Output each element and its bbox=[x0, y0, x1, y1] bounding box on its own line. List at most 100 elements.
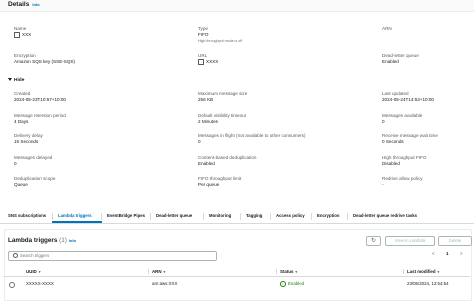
lambda-triggers-heading: Lambda triggers (1) Info bbox=[8, 237, 76, 244]
name-value: XXX bbox=[22, 32, 32, 38]
messages-delayed-label: Messages delayed bbox=[14, 155, 53, 160]
refresh-button[interactable]: ↻ bbox=[366, 236, 381, 246]
sort-icon: ▾ bbox=[437, 270, 440, 274]
tab-tagging[interactable]: Tagging bbox=[246, 213, 262, 218]
sort-icon: ▾ bbox=[163, 270, 166, 274]
refresh-icon: ↻ bbox=[370, 238, 377, 244]
row-last-modified: 23/05/2024, 12:54:54 bbox=[407, 281, 449, 286]
table-row[interactable]: XXXXX-XXXX arn:aws:XXX ✓ Enabled 23/05/20… bbox=[4, 279, 470, 289]
column-arn[interactable]: ARN ▾ bbox=[152, 269, 165, 274]
column-last-modified[interactable]: Last modified ▾ bbox=[407, 269, 439, 274]
last-updated-field: Last updated 2024-05-24T14:53+10:00 bbox=[382, 91, 434, 103]
retention-field: Message retention period 4 Days bbox=[14, 113, 66, 125]
type-field: Type FIFO High throughput mode is off bbox=[198, 26, 242, 44]
tab-dead-letter-queue[interactable]: Dead-letter queue bbox=[156, 213, 192, 218]
tab-encryption[interactable]: Encryption bbox=[317, 213, 339, 218]
column-divider bbox=[276, 269, 277, 274]
copy-icon[interactable] bbox=[198, 59, 204, 65]
tab-divider bbox=[240, 213, 241, 220]
search-icon bbox=[13, 253, 18, 259]
column-last-modified-label: Last modified bbox=[407, 269, 436, 274]
dedup-scope-field: Deduplication scope Queue bbox=[14, 176, 55, 188]
in-flight-value: 0 bbox=[198, 139, 201, 144]
tab-divider bbox=[101, 213, 102, 220]
details-header-bar bbox=[0, 0, 474, 12]
details-info-link[interactable]: Info bbox=[32, 2, 39, 7]
in-flight-label: Messages in flight (not available to oth… bbox=[198, 133, 306, 138]
delete-button[interactable]: Delete bbox=[438, 236, 472, 246]
column-status[interactable]: Status ▾ bbox=[280, 269, 297, 274]
triggers-table-header: UUID ▾ ARN ▾ Status ▾ Last modified ▾ bbox=[4, 267, 470, 277]
details-heading: Details Info bbox=[8, 0, 40, 10]
url-field: URL XXXX bbox=[198, 53, 218, 65]
pagination-prev[interactable]: < bbox=[432, 251, 435, 256]
delivery-delay-field: Delivery delay 15 Seconds bbox=[14, 133, 43, 145]
status-badge: ✓ Enabled bbox=[280, 281, 304, 287]
url-value: XXXX bbox=[206, 59, 219, 65]
max-message-size-value: 256 KB bbox=[198, 97, 214, 102]
name-field: Name XXX bbox=[14, 26, 31, 38]
tab-access-policy[interactable]: Access policy bbox=[276, 213, 305, 218]
hide-toggle[interactable]: Hide bbox=[8, 78, 24, 83]
column-status-label: Status bbox=[280, 269, 294, 274]
dedup-value: Enabled bbox=[198, 161, 215, 166]
tab-monitoring[interactable]: Monitoring bbox=[209, 213, 231, 218]
arn-field: ARN bbox=[382, 26, 392, 32]
column-uuid-label: UUID bbox=[26, 269, 37, 274]
view-in-lambda-button[interactable]: View in Lambda bbox=[385, 236, 435, 246]
hide-label: Hide bbox=[14, 78, 25, 83]
tab-divider bbox=[52, 213, 53, 220]
row-uuid: XXXXX-XXXX bbox=[26, 281, 54, 286]
type-note: High throughput mode is off bbox=[198, 39, 243, 43]
in-flight-field: Messages in flight (not available to oth… bbox=[198, 133, 306, 145]
tab-divider bbox=[270, 213, 271, 220]
pagination-page[interactable]: 1 bbox=[446, 251, 449, 256]
arn-label: ARN bbox=[382, 26, 392, 31]
row-status: Enabled bbox=[288, 281, 305, 287]
pagination-next[interactable]: > bbox=[460, 251, 463, 256]
messages-delayed-value: 0 bbox=[14, 161, 17, 166]
messages-delayed-field: Messages delayed 0 bbox=[14, 155, 52, 167]
dedup-field: Content-based deduplication Enabled bbox=[198, 155, 257, 167]
visibility-timeout-field: Default visibility timeout 2 Minutes bbox=[198, 113, 246, 125]
messages-available-field: Messages available 0 bbox=[382, 113, 422, 125]
fifo-limit-value: Per queue bbox=[198, 182, 220, 187]
redrive-field: Redrive allow policy - bbox=[382, 176, 423, 188]
copy-icon[interactable] bbox=[14, 32, 20, 38]
delivery-delay-value: 15 Seconds bbox=[14, 139, 39, 144]
encryption-value: Amazon SQS key (SSE-SQS) bbox=[14, 59, 76, 64]
encryption-field: Encryption Amazon SQS key (SSE-SQS) bbox=[14, 53, 75, 65]
wait-time-value: 0 Seconds bbox=[382, 139, 404, 144]
redrive-label: Redrive allow policy bbox=[382, 176, 423, 181]
created-field: Created 2024-05-23T10:57+10:00 bbox=[14, 91, 66, 103]
dlq-value: Enabled bbox=[382, 59, 399, 64]
column-arn-label: ARN bbox=[152, 269, 162, 274]
redrive-value: - bbox=[382, 182, 384, 187]
lambda-triggers-title: Lambda triggers bbox=[8, 237, 58, 244]
tab-lambda-triggers[interactable]: Lambda triggers bbox=[58, 213, 92, 218]
last-updated-value: 2024-05-24T14:53+10:00 bbox=[382, 97, 434, 102]
lambda-triggers-count: (1) bbox=[59, 237, 67, 244]
tab-divider bbox=[203, 213, 204, 220]
search-triggers-input[interactable] bbox=[20, 253, 190, 258]
row-select-radio[interactable] bbox=[9, 282, 15, 288]
tab-divider bbox=[150, 213, 151, 220]
tab-sns-subscriptions[interactable]: SNS subscriptions bbox=[8, 213, 46, 218]
wait-time-field: Receive message wait time 0 Seconds bbox=[382, 133, 438, 145]
search-triggers-box bbox=[8, 251, 217, 261]
queue-tabs: SNS subscriptions Lambda triggers EventB… bbox=[0, 209, 474, 224]
sort-icon: ▾ bbox=[38, 270, 41, 274]
column-divider bbox=[403, 269, 404, 274]
tab-eventbridge-pipes[interactable]: EventBridge Pipes bbox=[107, 213, 145, 218]
active-tab-indicator bbox=[52, 221, 102, 223]
tab-dlq-redrive-tasks[interactable]: Dead-letter queue redrive tasks bbox=[353, 213, 417, 218]
details-title: Details bbox=[8, 1, 30, 8]
visibility-timeout-value: 2 Minutes bbox=[198, 119, 218, 124]
row-arn: arn:aws:XXX bbox=[152, 281, 178, 286]
lambda-triggers-info-link[interactable]: Info bbox=[69, 238, 76, 243]
sort-icon: ▾ bbox=[295, 270, 298, 274]
tab-divider bbox=[311, 213, 312, 220]
tab-divider bbox=[347, 213, 348, 220]
messages-available-label: Messages available bbox=[382, 113, 423, 118]
column-uuid[interactable]: UUID ▾ bbox=[26, 269, 41, 274]
